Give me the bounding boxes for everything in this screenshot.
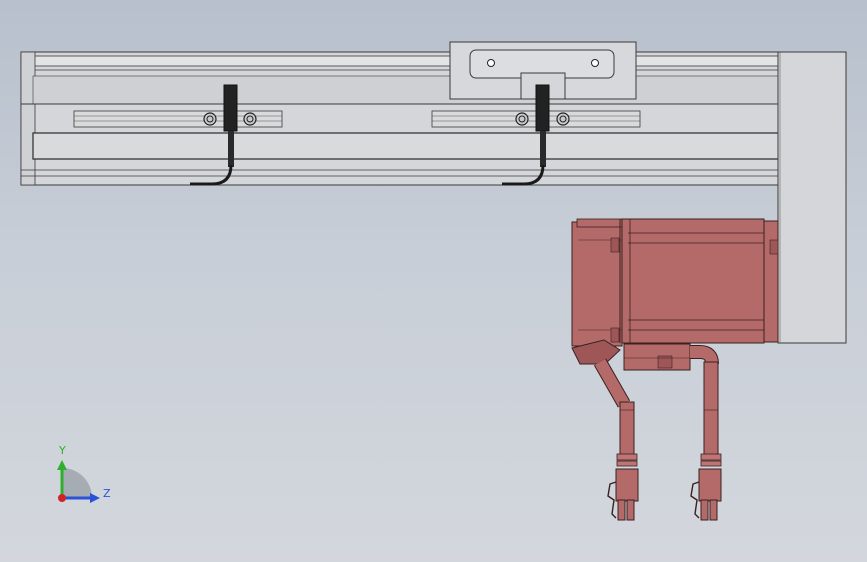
cad-model-scene[interactable]: Y Z: [0, 0, 867, 562]
sensor-screw: [556, 112, 570, 126]
motor-flange: [763, 220, 779, 343]
sensor-cable: [228, 131, 234, 167]
triad-z-label: Z: [103, 487, 111, 500]
cable-plug-left: [615, 468, 639, 502]
motor-mount-plate[interactable]: [777, 51, 847, 344]
sensor-body: [223, 84, 238, 132]
carriage-mounting-hole: [591, 59, 599, 67]
rail-left-endcap: [20, 51, 36, 186]
sensor-screw: [203, 112, 217, 126]
motor-connector-housing-right: [623, 343, 691, 371]
carriage-mounting-hole: [487, 59, 495, 67]
motor-cable-right[interactable]: [690, 345, 722, 521]
triad-x-axis-point: [58, 494, 66, 502]
sensor-screw: [515, 112, 529, 126]
triad-xz-quadrant: [62, 468, 92, 498]
motor-cable-left[interactable]: [593, 358, 639, 521]
triad-y-label: Y: [58, 444, 66, 457]
coordinate-triad[interactable]: Y Z: [57, 444, 111, 503]
sensor-cable: [540, 131, 546, 167]
rail-top-strip: [32, 55, 780, 67]
motor-body: [621, 218, 765, 344]
rail-upper-channel: [32, 75, 780, 105]
sensor-body: [535, 84, 550, 132]
sensor-screw: [243, 112, 257, 126]
triad-y-arrowhead: [57, 460, 67, 470]
servo-motor[interactable]: [571, 218, 779, 371]
cable-plug-right: [698, 468, 722, 502]
rail-middle-groove: [32, 132, 780, 160]
linear-rail[interactable]: [20, 51, 782, 186]
triad-z-arrowhead: [90, 493, 100, 503]
cad-viewport[interactable]: Y Z: [0, 0, 867, 562]
